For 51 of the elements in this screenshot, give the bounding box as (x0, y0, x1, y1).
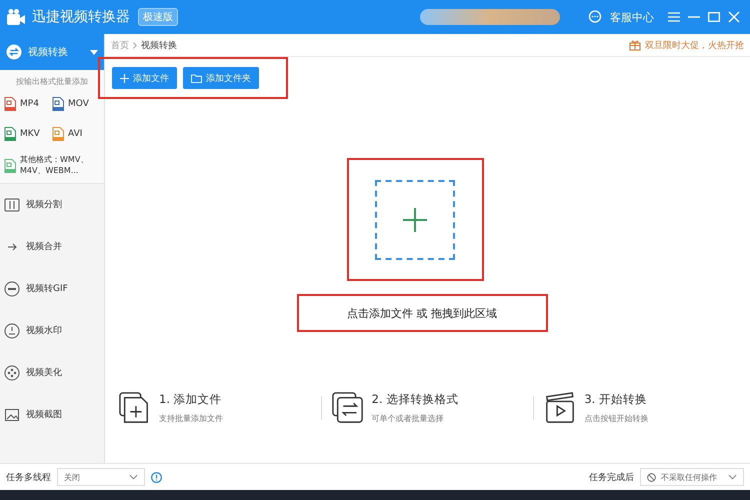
camera-logo-icon (6, 8, 26, 26)
step-title: 2. 选择转换格式 (372, 392, 458, 407)
format-option[interactable]: MKV (4, 127, 52, 141)
drop-zone[interactable] (375, 180, 455, 260)
sidebar-item[interactable]: 视频合并 (0, 226, 104, 268)
format-option[interactable]: MP4 (4, 97, 52, 111)
after-task-label: 任务完成后 (589, 472, 634, 484)
sidebar-item[interactable]: 视频分割 (0, 184, 104, 226)
sidebar-item[interactable]: 视频美化 (0, 352, 104, 394)
step-title: 1. 添加文件 (159, 392, 223, 407)
chevron-down-icon (728, 474, 737, 480)
step-description: 可单个或者批量选择 (372, 413, 445, 424)
swap-files-icon (332, 392, 364, 424)
step-description: 支持批量添加文件 (159, 413, 223, 424)
sidebar-item[interactable]: 视频截图 (0, 394, 104, 436)
chevron-down-icon (129, 474, 138, 480)
format-option[interactable]: AVI (52, 127, 100, 141)
info-icon[interactable] (151, 472, 162, 482)
format-option[interactable]: 其他格式：WMV、M4V、WEBM... (4, 155, 100, 177)
close-icon[interactable] (728, 11, 740, 23)
app-name: 迅捷视频转换器 (32, 8, 130, 26)
chevron-right-icon (133, 42, 137, 48)
multithread-select[interactable]: 关闭 (57, 468, 145, 486)
dotted-circle-icon (4, 364, 20, 381)
maximize-icon[interactable] (708, 12, 720, 22)
prohibited-icon (647, 472, 656, 482)
clapperboard-icon (544, 392, 576, 424)
after-task-select[interactable]: 不采取任何操作 (640, 468, 744, 486)
dropdown-caret-icon (90, 50, 98, 54)
edition-badge: 极速版 (138, 8, 178, 26)
image-icon (4, 406, 20, 423)
menu-icon[interactable] (668, 12, 680, 22)
gift-icon (629, 39, 641, 51)
format-hint: 按输出格式批量添加 (15, 76, 89, 87)
multithread-label: 任务多线程 (6, 472, 51, 484)
plus-icon (120, 74, 129, 82)
breadcrumb-current: 视频转换 (141, 40, 177, 52)
film-split-icon (4, 196, 20, 213)
drop-hint: 点击添加文件 或 拖拽到此区域 (347, 306, 497, 320)
video-file-icon (4, 158, 16, 173)
plus-icon (403, 208, 427, 232)
sidebar-item[interactable]: 视频水印 (0, 310, 104, 352)
minimize-icon[interactable] (688, 16, 700, 18)
format-option[interactable]: MOV (52, 97, 100, 111)
folder-icon (191, 74, 202, 82)
chat-bubble-icon[interactable] (588, 10, 602, 24)
sidebar-item[interactable]: 视频转GIF (0, 268, 104, 310)
convert-arrows-icon (6, 44, 22, 60)
step-description: 点击按钮开始转换 (584, 413, 648, 424)
step-title: 3. 开始转换 (584, 392, 648, 407)
add-files-icon (119, 392, 151, 424)
